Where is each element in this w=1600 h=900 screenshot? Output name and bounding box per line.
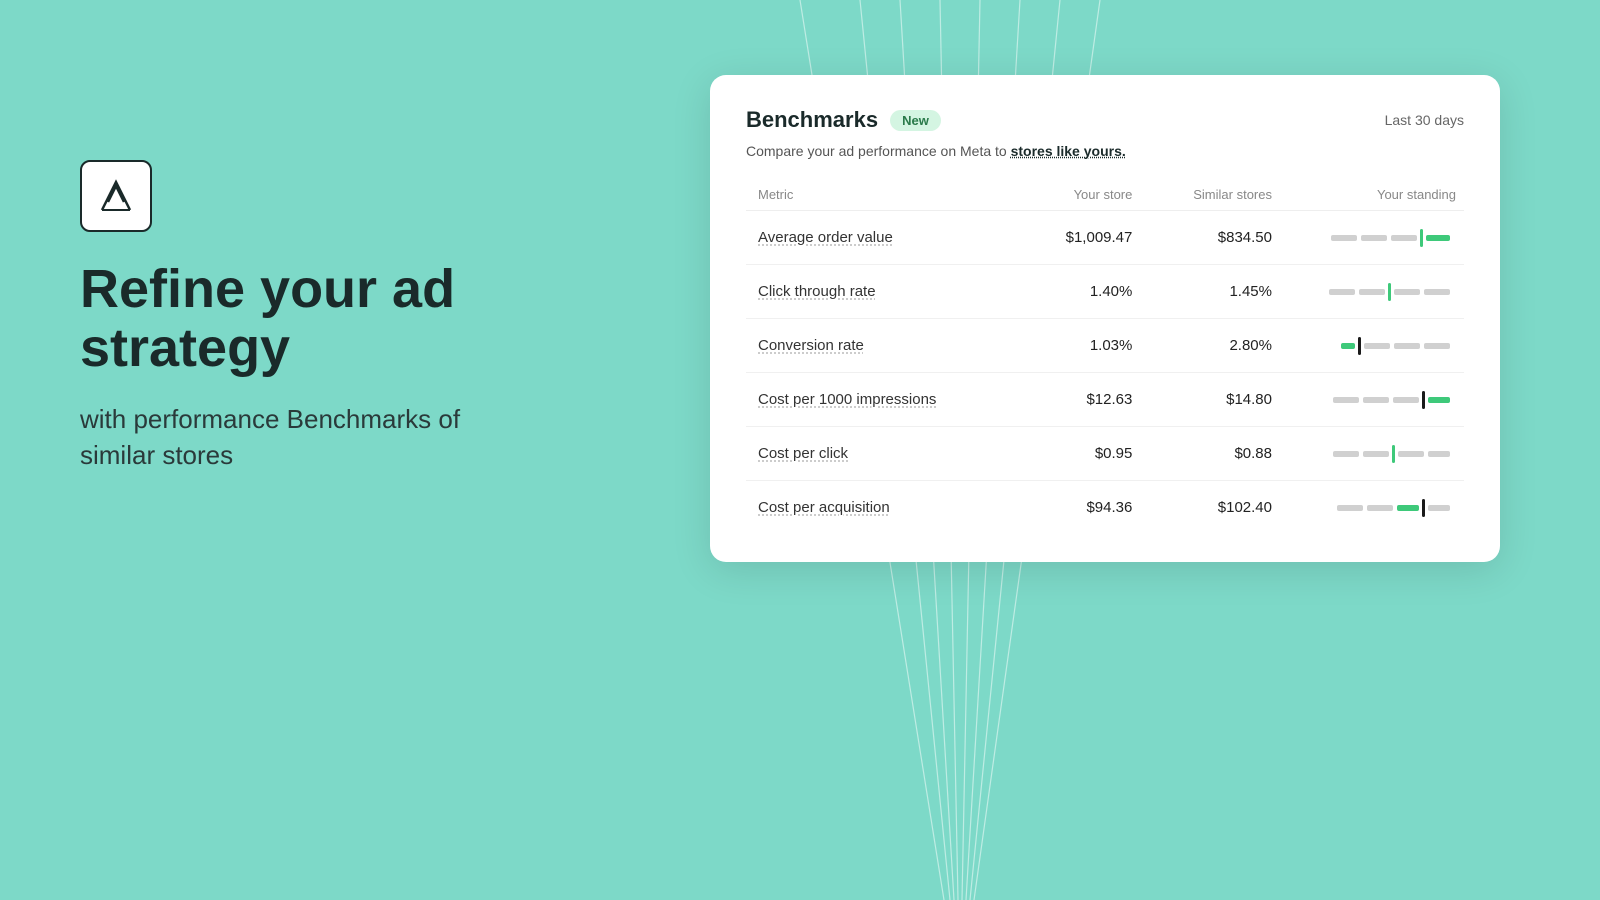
standing-cell — [1284, 211, 1464, 265]
main-headline: Refine your ad strategy — [80, 260, 510, 379]
your-store-value: $0.95 — [1021, 427, 1144, 481]
logo-icon — [94, 174, 138, 218]
table-row: Cost per 1000 impressions $12.63 $14.80 — [746, 373, 1464, 427]
your-store-value: 1.40% — [1021, 265, 1144, 319]
standing-cell — [1284, 481, 1464, 535]
col-your-store: Your store — [1021, 179, 1144, 211]
card-subtitle: Compare your ad performance on Meta to s… — [746, 143, 1464, 159]
metric-name: Cost per acquisition — [758, 499, 890, 516]
card-title: Benchmarks — [746, 107, 878, 133]
benchmarks-table: Metric Your store Similar stores Your st… — [746, 179, 1464, 534]
table-row: Click through rate 1.40% 1.45% — [746, 265, 1464, 319]
similar-stores-value: $834.50 — [1144, 211, 1284, 265]
card-title-row: Benchmarks New — [746, 107, 941, 133]
your-store-value: $1,009.47 — [1021, 211, 1144, 265]
standing-cell — [1284, 319, 1464, 373]
your-store-value: 1.03% — [1021, 319, 1144, 373]
card-header: Benchmarks New Last 30 days — [746, 107, 1464, 133]
metric-name: Cost per click — [758, 445, 848, 462]
metric-name: Conversion rate — [758, 337, 864, 354]
table-row: Conversion rate 1.03% 2.80% — [746, 319, 1464, 373]
metric-name: Cost per 1000 impressions — [758, 391, 936, 408]
new-badge: New — [890, 110, 941, 131]
your-store-value: $12.63 — [1021, 373, 1144, 427]
sub-headline: with performance Benchmarks of similar s… — [80, 401, 510, 474]
logo — [80, 160, 152, 232]
similar-stores-value: $14.80 — [1144, 373, 1284, 427]
col-metric: Metric — [746, 179, 1021, 211]
standing-cell — [1284, 373, 1464, 427]
table-row: Cost per acquisition $94.36 $102.40 — [746, 481, 1464, 535]
table-header-row: Metric Your store Similar stores Your st… — [746, 179, 1464, 211]
metric-name: Click through rate — [758, 283, 876, 300]
similar-stores-value: $0.88 — [1144, 427, 1284, 481]
similar-stores-value: $102.40 — [1144, 481, 1284, 535]
subtitle-text: Compare your ad performance on Meta to — [746, 143, 1011, 159]
similar-stores-value: 1.45% — [1144, 265, 1284, 319]
subtitle-bold: stores like yours. — [1011, 143, 1126, 159]
your-store-value: $94.36 — [1021, 481, 1144, 535]
similar-stores-value: 2.80% — [1144, 319, 1284, 373]
col-similar-stores: Similar stores — [1144, 179, 1284, 211]
table-row: Average order value $1,009.47 $834.50 — [746, 211, 1464, 265]
col-your-standing: Your standing — [1284, 179, 1464, 211]
date-range: Last 30 days — [1385, 112, 1464, 128]
metric-name: Average order value — [758, 229, 893, 246]
table-row: Cost per click $0.95 $0.88 — [746, 427, 1464, 481]
benchmarks-card: Benchmarks New Last 30 days Compare your… — [710, 75, 1500, 562]
standing-cell — [1284, 427, 1464, 481]
standing-cell — [1284, 265, 1464, 319]
